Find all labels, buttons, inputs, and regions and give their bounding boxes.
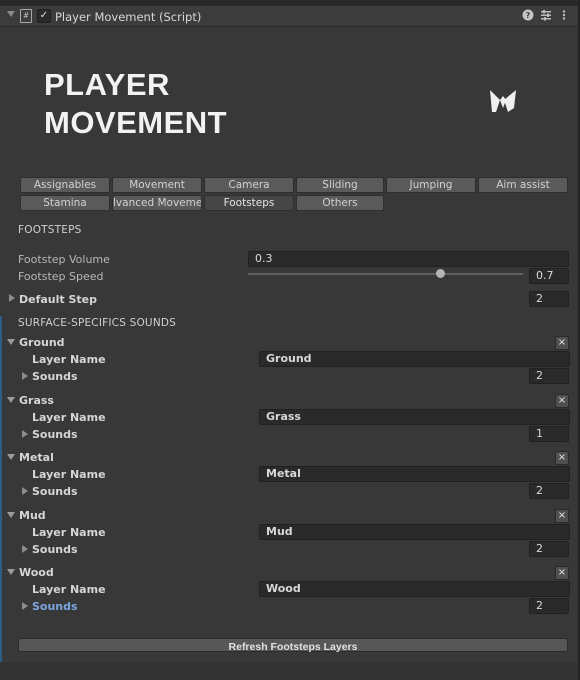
logo-line-1: PLAYER	[44, 67, 170, 102]
sounds-count-field[interactable]: 2	[529, 598, 569, 614]
collapse-arrow-icon[interactable]	[7, 339, 15, 345]
footsteps-section-title: FOOTSTEPS	[18, 224, 82, 236]
footstep-volume-label: Footstep Volume	[18, 253, 110, 266]
sounds-count-field[interactable]: 2	[529, 541, 569, 557]
layer-name-field[interactable]: Mud	[259, 524, 570, 540]
surface-item-name[interactable]: Grass	[19, 394, 54, 407]
remove-item-icon[interactable]: ×	[555, 451, 569, 465]
footstep-speed-slider-thumb[interactable]	[436, 269, 445, 278]
more-icon[interactable]	[558, 9, 570, 21]
footstep-speed-slider-track[interactable]	[248, 273, 523, 275]
tab-camera[interactable]: Camera	[204, 177, 294, 193]
tab-others[interactable]: Others	[296, 195, 384, 211]
expand-arrow-icon[interactable]	[22, 602, 28, 610]
layer-name-label: Layer Name	[32, 583, 106, 596]
remove-item-icon[interactable]: ×	[555, 336, 569, 350]
remove-item-icon[interactable]: ×	[555, 509, 569, 523]
collapse-arrow-icon[interactable]	[7, 397, 15, 403]
footstep-speed-label: Footstep Speed	[18, 270, 104, 283]
default-step-label[interactable]: Default Step	[19, 293, 97, 306]
layer-name-field[interactable]: Metal	[259, 466, 570, 482]
tab-stamina[interactable]: Stamina	[20, 195, 110, 211]
footstep-speed-field[interactable]: 0.7	[529, 268, 569, 284]
component-title: Player Movement (Script)	[55, 10, 202, 24]
logo-mark-icon	[490, 90, 516, 112]
collapse-arrow-icon[interactable]	[7, 569, 15, 575]
tab-aim-assist[interactable]: Aim assist	[478, 177, 568, 193]
tab-sliding[interactable]: Sliding	[296, 177, 384, 193]
remove-item-icon[interactable]: ×	[555, 394, 569, 408]
collapse-arrow-icon[interactable]	[7, 454, 15, 460]
component-header[interactable]: # ✓ Player Movement (Script) ?	[0, 6, 578, 27]
sounds-count-field[interactable]: 2	[529, 368, 569, 384]
tab-assignables[interactable]: Assignables	[20, 177, 110, 193]
layer-name-label: Layer Name	[32, 468, 106, 481]
expand-arrow-icon[interactable]	[22, 430, 28, 438]
surface-item-name[interactable]: Metal	[19, 451, 54, 464]
surface-section-title: SURFACE-SPECIFICS SOUNDS	[18, 317, 177, 329]
expand-arrow-icon[interactable]	[9, 294, 15, 302]
layer-name-label: Layer Name	[32, 353, 106, 366]
layer-name-field[interactable]: Ground	[259, 351, 570, 367]
help-icon[interactable]: ?	[522, 9, 534, 21]
expand-arrow-icon[interactable]	[22, 487, 28, 495]
fold-arrow-icon[interactable]	[7, 11, 15, 17]
surface-item-name[interactable]: Ground	[19, 336, 65, 349]
enabled-checkbox[interactable]: ✓	[37, 9, 51, 23]
sounds-label[interactable]: Sounds	[32, 428, 78, 441]
logo-line-2: MOVEMENT	[44, 105, 228, 140]
tab-jumping[interactable]: Jumping	[386, 177, 476, 193]
tab-movement[interactable]: Movement	[112, 177, 202, 193]
sounds-label[interactable]: Sounds	[32, 543, 78, 556]
layer-name-field[interactable]: Wood	[259, 581, 570, 597]
sounds-label[interactable]: Sounds	[32, 600, 78, 613]
surface-item-name[interactable]: Mud	[19, 509, 46, 522]
layer-name-field[interactable]: Grass	[259, 409, 570, 425]
expand-arrow-icon[interactable]	[22, 372, 28, 380]
sounds-label[interactable]: Sounds	[32, 485, 78, 498]
layer-name-label: Layer Name	[32, 411, 106, 424]
sounds-count-field[interactable]: 1	[529, 426, 569, 442]
sounds-count-field[interactable]: 2	[529, 483, 569, 499]
svg-text:?: ?	[526, 11, 531, 20]
bottom-bar	[0, 662, 578, 680]
modified-indicator-bar	[0, 316, 2, 662]
footstep-volume-field[interactable]: 0.3	[248, 251, 569, 267]
presets-icon[interactable]	[540, 9, 552, 21]
default-step-count-field[interactable]: 2	[529, 291, 569, 307]
surface-item-name[interactable]: Wood	[19, 566, 54, 579]
logo-title: PLAYER MOVEMENT	[44, 66, 227, 142]
remove-item-icon[interactable]: ×	[555, 566, 569, 580]
sounds-label[interactable]: Sounds	[32, 370, 78, 383]
tab-advanced-movement[interactable]: lvanced Moveme	[112, 195, 202, 211]
refresh-footsteps-layers-button[interactable]: Refresh Footsteps Layers	[18, 638, 568, 653]
script-icon: #	[20, 9, 32, 23]
tab-footsteps[interactable]: Footsteps	[204, 195, 294, 211]
layer-name-label: Layer Name	[32, 526, 106, 539]
collapse-arrow-icon[interactable]	[7, 512, 15, 518]
expand-arrow-icon[interactable]	[22, 545, 28, 553]
